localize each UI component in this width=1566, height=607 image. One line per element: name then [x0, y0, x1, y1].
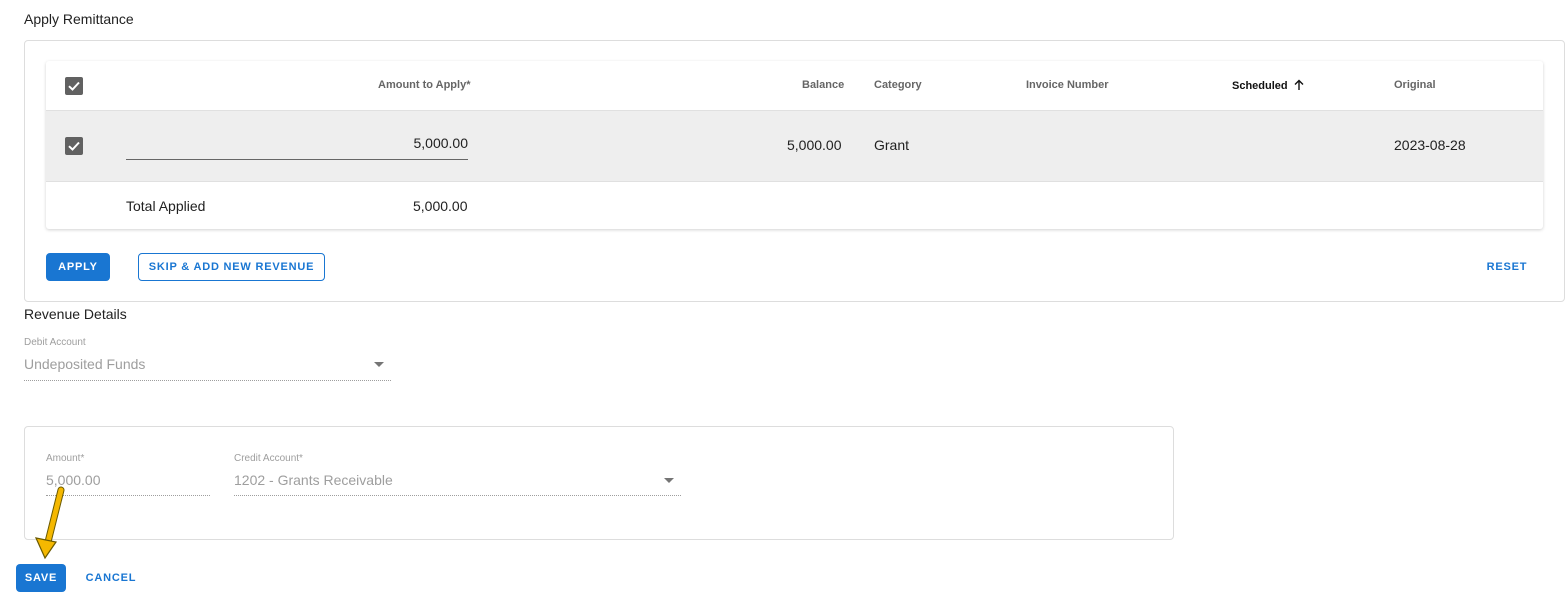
col-header-scheduled-label: Scheduled [1232, 80, 1288, 92]
credit-account-value: 1202 - Grants Receivable [234, 472, 393, 488]
revenue-line-panel [24, 426, 1174, 540]
debit-account-underline [24, 380, 391, 381]
col-header-original[interactable]: Original [1394, 79, 1436, 91]
debit-account-label: Debit Account [24, 337, 86, 348]
table-row: 5,000.00 5,000.00 Grant 2023-08-28 [46, 111, 1543, 182]
total-applied-label: Total Applied [126, 198, 206, 214]
credit-account-underline [234, 495, 681, 496]
debit-account-value: Undeposited Funds [24, 356, 146, 372]
col-header-scheduled[interactable]: Scheduled [1232, 79, 1305, 92]
arrow-up-icon [1294, 79, 1304, 90]
check-icon [68, 141, 80, 151]
check-icon [68, 81, 80, 91]
table-footer: Total Applied 5,000.00 [46, 182, 1543, 229]
col-header-amount-to-apply[interactable]: Amount to Apply* [378, 79, 470, 91]
save-button[interactable]: SAVE [16, 564, 66, 592]
col-header-category[interactable]: Category [874, 79, 922, 91]
chevron-down-icon [374, 362, 384, 367]
chevron-down-icon [664, 478, 674, 483]
amount-to-apply-input[interactable]: 5,000.00 [126, 133, 468, 160]
col-header-invoice-number[interactable]: Invoice Number [1026, 79, 1109, 91]
remittance-table: Amount to Apply* Balance Category Invoic… [46, 61, 1543, 229]
annotation-arrow-icon [34, 486, 65, 560]
original-cell: 2023-08-28 [1394, 137, 1466, 153]
category-cell: Grant [874, 137, 910, 153]
select-all-checkbox[interactable] [65, 77, 83, 95]
amount-label: Amount* [46, 453, 85, 464]
cancel-button[interactable]: CANCEL [80, 564, 142, 592]
apply-button[interactable]: APPLY [46, 253, 110, 281]
total-applied-value: 5,000.00 [413, 198, 468, 214]
skip-add-new-revenue-button[interactable]: SKIP & ADD NEW REVENUE [138, 253, 325, 281]
col-header-balance[interactable]: Balance [802, 79, 844, 91]
revenue-details-title: Revenue Details [24, 306, 127, 322]
balance-cell: 5,000.00 [787, 137, 842, 153]
reset-button[interactable]: RESET [1478, 253, 1536, 281]
apply-remittance-title: Apply Remittance [24, 11, 134, 27]
row-checkbox[interactable] [65, 137, 83, 155]
credit-account-label: Credit Account* [234, 453, 303, 464]
table-header: Amount to Apply* Balance Category Invoic… [46, 61, 1543, 111]
